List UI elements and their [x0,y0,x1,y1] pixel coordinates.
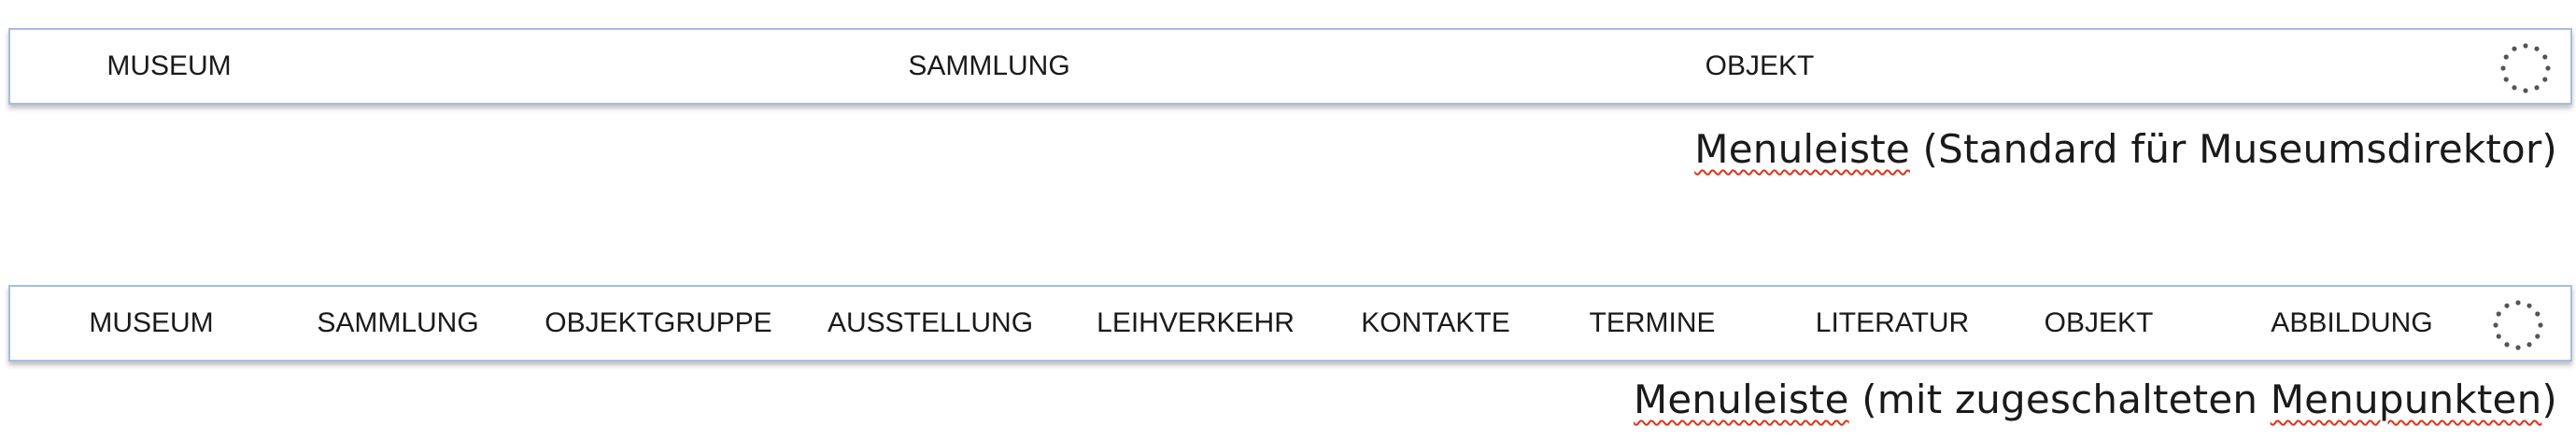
caption-text-end: ) [2541,377,2557,422]
spinner-dot [2496,311,2501,317]
menu-item-museum[interactable]: MUSEUM [106,30,231,103]
menubar-director: MUSEUM SAMMLUNG OBJEKT [8,28,2572,105]
spinner-dot [2512,46,2517,51]
spinner-dot [2515,300,2521,306]
menu-item-abbildung[interactable]: ABBILDUNG [2271,287,2432,360]
spinner-dot [2538,322,2543,328]
spinner-dot [2515,345,2521,350]
caption-extended: Menuleiste (mit zugeschalteten Menupunkt… [1634,377,2557,422]
spinner-dot [2526,303,2532,308]
menu-item-leihverkehr[interactable]: LEIHVERKEHR [1097,287,1295,360]
spinner-dot [2503,54,2509,60]
spinner-dot [2535,311,2541,317]
menu-item-literatur[interactable]: LITERATUR [1816,287,1969,360]
spinner-dot [2496,334,2501,339]
menu-item-sammlung[interactable]: SAMMLUNG [317,287,478,360]
spinner-dot [2535,334,2541,339]
spinner-dot [2542,77,2548,82]
spinner-dot [2523,88,2528,93]
menu-item-objekt[interactable]: OBJEKT [2045,287,2154,360]
menu-item-museum[interactable]: MUSEUM [89,287,213,360]
menu-item-sammlung[interactable]: SAMMLUNG [908,30,1069,103]
spinner-dot [2503,77,2509,82]
spinner-dot [2534,46,2540,51]
spinner-dot [2526,342,2532,348]
caption-word: Menuleiste [1633,377,1849,422]
spinner-dot [2542,54,2548,60]
spinner-dot [2534,85,2540,91]
menu-item-objekt[interactable]: OBJEKT [1706,30,1815,103]
spinner-dot [2523,43,2528,49]
menu-item-objektgruppe[interactable]: OBJEKTGRUPPE [545,287,771,360]
loading-spinner-icon[interactable] [2492,299,2544,351]
spinner-dot [2512,85,2517,91]
menu-item-termine[interactable]: TERMINE [1590,287,1716,360]
loading-spinner-icon[interactable] [2499,42,2552,94]
caption-text: (mit zugeschalteten [1848,377,2271,422]
menu-item-kontakte[interactable]: KONTAKTE [1361,287,1509,360]
caption-word: Menuleiste [1694,126,1910,172]
spinner-dot [2500,65,2506,71]
caption-director: Menuleiste (Standard für Museumsdirektor… [1694,126,2557,172]
spinner-dot [2493,322,2498,328]
caption-word-2: Menupunkten [2270,377,2542,422]
spinner-dot [2545,65,2551,71]
menubar-extended: MUSEUM SAMMLUNG OBJEKTGRUPPE AUSSTELLUNG… [8,285,2572,362]
menu-item-ausstellung[interactable]: AUSSTELLUNG [828,287,1033,360]
spinner-dot [2504,303,2510,308]
spinner-dot [2504,342,2510,348]
caption-text: (Standard für Museumsdirektor) [1909,126,2557,172]
